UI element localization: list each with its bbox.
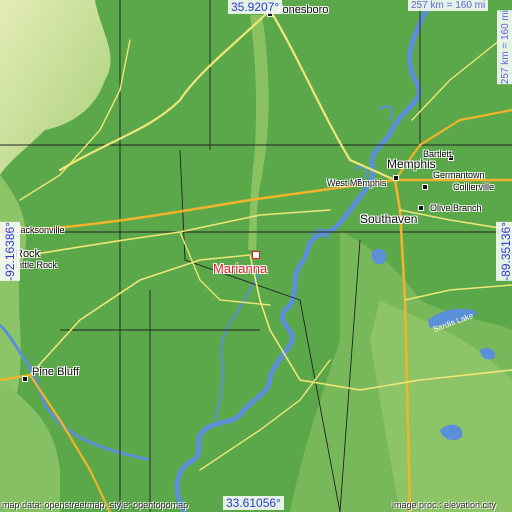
city-label-olive-branch[interactable]: Olive Branch xyxy=(430,203,482,213)
city-label-germantown[interactable]: Germantown xyxy=(433,170,485,180)
target-marker[interactable] xyxy=(252,251,260,259)
scale-vertical: 257 km = 160 mi xyxy=(497,10,512,85)
scale-horizontal: 257 km = 160 mi xyxy=(408,0,489,11)
credit-right[interactable]: image proc.: elevation.city xyxy=(392,500,496,510)
terrain-map[interactable]: Jonesboro Memphis West Memphis Southaven… xyxy=(0,0,512,512)
pine-bluff-marker xyxy=(22,376,28,382)
city-label-little-rock[interactable]: Little Rock xyxy=(15,260,57,270)
city-label-west-memphis[interactable]: West Memphis xyxy=(327,178,386,188)
city-label-southaven[interactable]: Southaven xyxy=(360,212,417,226)
memphis-marker xyxy=(393,175,399,181)
city-label-bartlett[interactable]: Bartlett xyxy=(423,149,452,159)
coord-left: -92.16386° xyxy=(0,222,20,281)
city-label-memphis[interactable]: Memphis xyxy=(387,157,436,171)
city-label-jacksonville[interactable]: Jacksonville xyxy=(16,225,65,235)
germantown-marker xyxy=(422,184,428,190)
credit-left[interactable]: map data: openstreetmap, style: opentopo… xyxy=(2,500,188,510)
city-label-jonesboro[interactable]: Jonesboro xyxy=(277,4,328,16)
city-label-pine-bluff[interactable]: Pine Bluff xyxy=(32,366,79,378)
olive-branch-marker xyxy=(418,205,424,211)
coord-bottom: 33.61056° xyxy=(223,496,284,510)
city-label-collierville[interactable]: Collierville xyxy=(453,182,494,192)
coord-right: -89.35136° xyxy=(496,222,512,281)
target-label[interactable]: Marianna xyxy=(213,261,267,276)
coord-top: 35.9207° xyxy=(228,0,283,14)
